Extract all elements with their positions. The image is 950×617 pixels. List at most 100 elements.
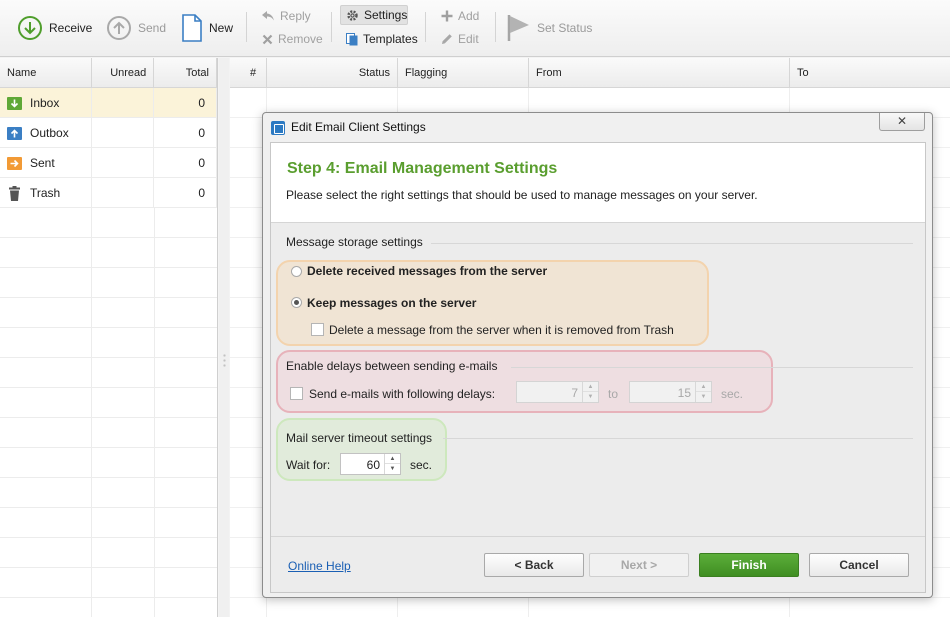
reply-label: Reply bbox=[280, 9, 311, 23]
remove-icon bbox=[262, 34, 273, 44]
add-button[interactable]: Add bbox=[441, 7, 479, 25]
set-status-label: Set Status bbox=[537, 21, 593, 35]
new-button[interactable]: New bbox=[181, 12, 233, 44]
set-status-button[interactable]: Set Status bbox=[507, 12, 592, 44]
delay-to-value: 15 bbox=[677, 386, 691, 400]
folder-total-count: 0 bbox=[154, 88, 217, 118]
stepper-down-icon[interactable]: ▼ bbox=[583, 392, 598, 402]
trash-icon bbox=[7, 185, 22, 201]
folder-grid-header: Name Unread Total bbox=[0, 58, 217, 88]
timeout-stepper[interactable]: 60 ▲ ▼ bbox=[340, 453, 401, 475]
dialog-title: Edit Email Client Settings bbox=[291, 120, 426, 134]
next-button[interactable]: Next > bbox=[589, 553, 689, 577]
delete-received-radio[interactable] bbox=[291, 266, 302, 277]
column-header-total[interactable]: Total bbox=[154, 58, 217, 88]
folder-label: Sent bbox=[30, 156, 55, 170]
send-button[interactable]: Send bbox=[106, 12, 166, 44]
send-label: Send bbox=[138, 21, 167, 35]
column-header-to[interactable]: To bbox=[790, 58, 950, 88]
send-with-delays-label[interactable]: Send e-mails with following delays: bbox=[309, 387, 495, 401]
delay-from-value: 7 bbox=[571, 386, 578, 400]
column-header-name[interactable]: Name bbox=[0, 58, 92, 88]
folder-total-count: 0 bbox=[154, 118, 217, 148]
sent-icon bbox=[7, 156, 22, 171]
stepper-down-icon[interactable]: ▼ bbox=[385, 464, 400, 474]
delay-to-stepper[interactable]: 15 ▲ ▼ bbox=[629, 381, 712, 403]
receive-label: Receive bbox=[49, 21, 93, 35]
step-header: Step 4: Email Management Settings Please… bbox=[271, 143, 925, 223]
column-header-status[interactable]: Status bbox=[267, 58, 398, 88]
timeout-value: 60 bbox=[366, 458, 380, 472]
delay-unit-label: sec. bbox=[721, 387, 744, 401]
app-window-icon bbox=[271, 121, 285, 135]
folder-unread-count bbox=[92, 118, 155, 148]
folder-item-inbox[interactable]: Inbox 0 bbox=[0, 88, 217, 118]
edit-button[interactable]: Edit bbox=[441, 30, 479, 48]
edit-email-client-settings-dialog: Edit Email Client Settings ✕ Step 4: Ema… bbox=[262, 112, 933, 598]
toolbar-divider bbox=[331, 12, 332, 42]
reply-icon bbox=[262, 11, 274, 21]
templates-icon bbox=[346, 32, 358, 45]
column-header-unread[interactable]: Unread bbox=[92, 58, 155, 88]
reply-button[interactable]: Reply bbox=[261, 7, 311, 25]
send-with-delays-checkbox[interactable] bbox=[290, 387, 303, 400]
folder-unread-count bbox=[92, 88, 155, 118]
folder-total-count: 0 bbox=[154, 148, 217, 178]
edit-label: Edit bbox=[458, 32, 479, 46]
cancel-button[interactable]: Cancel bbox=[809, 553, 909, 577]
receive-icon bbox=[18, 16, 42, 40]
close-button[interactable]: ✕ bbox=[879, 113, 925, 131]
folder-unread-count bbox=[92, 178, 155, 208]
stepper-up-icon[interactable]: ▲ bbox=[583, 382, 598, 392]
folder-pane: Name Unread Total Inbox 0 Outbox 0 Sent bbox=[0, 58, 218, 617]
folder-label: Inbox bbox=[30, 96, 60, 110]
step-description: Please select the right settings that sh… bbox=[286, 188, 758, 202]
delete-received-label[interactable]: Delete received messages from the server bbox=[307, 264, 547, 278]
send-icon bbox=[107, 16, 131, 40]
new-document-icon bbox=[182, 14, 202, 42]
plus-icon bbox=[441, 10, 453, 22]
column-header-from[interactable]: From bbox=[529, 58, 790, 88]
message-grid-header: # Status Flagging From To bbox=[230, 58, 950, 88]
folder-item-trash[interactable]: Trash 0 bbox=[0, 178, 217, 208]
flag-icon bbox=[507, 15, 529, 41]
group-divider bbox=[511, 367, 913, 368]
receive-button[interactable]: Receive bbox=[17, 12, 92, 44]
column-header-flagging[interactable]: Flagging bbox=[398, 58, 529, 88]
wait-for-label: Wait for: bbox=[286, 458, 331, 472]
folder-item-outbox[interactable]: Outbox 0 bbox=[0, 118, 217, 148]
delays-group-label: Enable delays between sending e-mails bbox=[286, 359, 498, 373]
folder-total-count: 0 bbox=[154, 178, 217, 208]
stepper-down-icon[interactable]: ▼ bbox=[696, 392, 711, 402]
stepper-up-icon[interactable]: ▲ bbox=[696, 382, 711, 392]
delay-from-stepper[interactable]: 7 ▲ ▼ bbox=[516, 381, 599, 403]
settings-button[interactable]: Settings bbox=[346, 6, 407, 24]
delay-to-label: to bbox=[608, 387, 619, 401]
pencil-icon bbox=[442, 34, 452, 44]
dialog-body: Step 4: Email Management Settings Please… bbox=[270, 142, 926, 593]
pane-splitter[interactable] bbox=[219, 58, 229, 617]
remove-label: Remove bbox=[278, 32, 323, 46]
dialog-titlebar[interactable]: Edit Email Client Settings ✕ bbox=[263, 113, 932, 142]
stepper-up-icon[interactable]: ▲ bbox=[385, 454, 400, 464]
remove-button[interactable]: Remove bbox=[262, 30, 323, 48]
finish-button[interactable]: Finish bbox=[699, 553, 799, 577]
delete-on-trash-label[interactable]: Delete a message from the server when it… bbox=[329, 323, 674, 337]
gear-icon bbox=[347, 9, 358, 21]
settings-label: Settings bbox=[364, 8, 408, 22]
keep-messages-label[interactable]: Keep messages on the server bbox=[307, 296, 476, 310]
toolbar-divider bbox=[246, 12, 247, 42]
folder-label: Outbox bbox=[30, 126, 69, 140]
online-help-link[interactable]: Online Help bbox=[288, 559, 351, 573]
column-header-number[interactable]: # bbox=[230, 58, 267, 88]
group-divider bbox=[443, 438, 913, 439]
templates-button[interactable]: Templates bbox=[346, 30, 418, 48]
delete-on-trash-checkbox[interactable] bbox=[311, 323, 324, 336]
folder-item-sent[interactable]: Sent 0 bbox=[0, 148, 217, 178]
storage-group-label: Message storage settings bbox=[286, 235, 423, 249]
close-icon: ✕ bbox=[896, 114, 908, 128]
back-button[interactable]: < Back bbox=[484, 553, 584, 577]
folder-label: Trash bbox=[30, 186, 61, 200]
keep-messages-radio[interactable] bbox=[291, 297, 302, 308]
folder-empty-rows bbox=[0, 208, 217, 617]
